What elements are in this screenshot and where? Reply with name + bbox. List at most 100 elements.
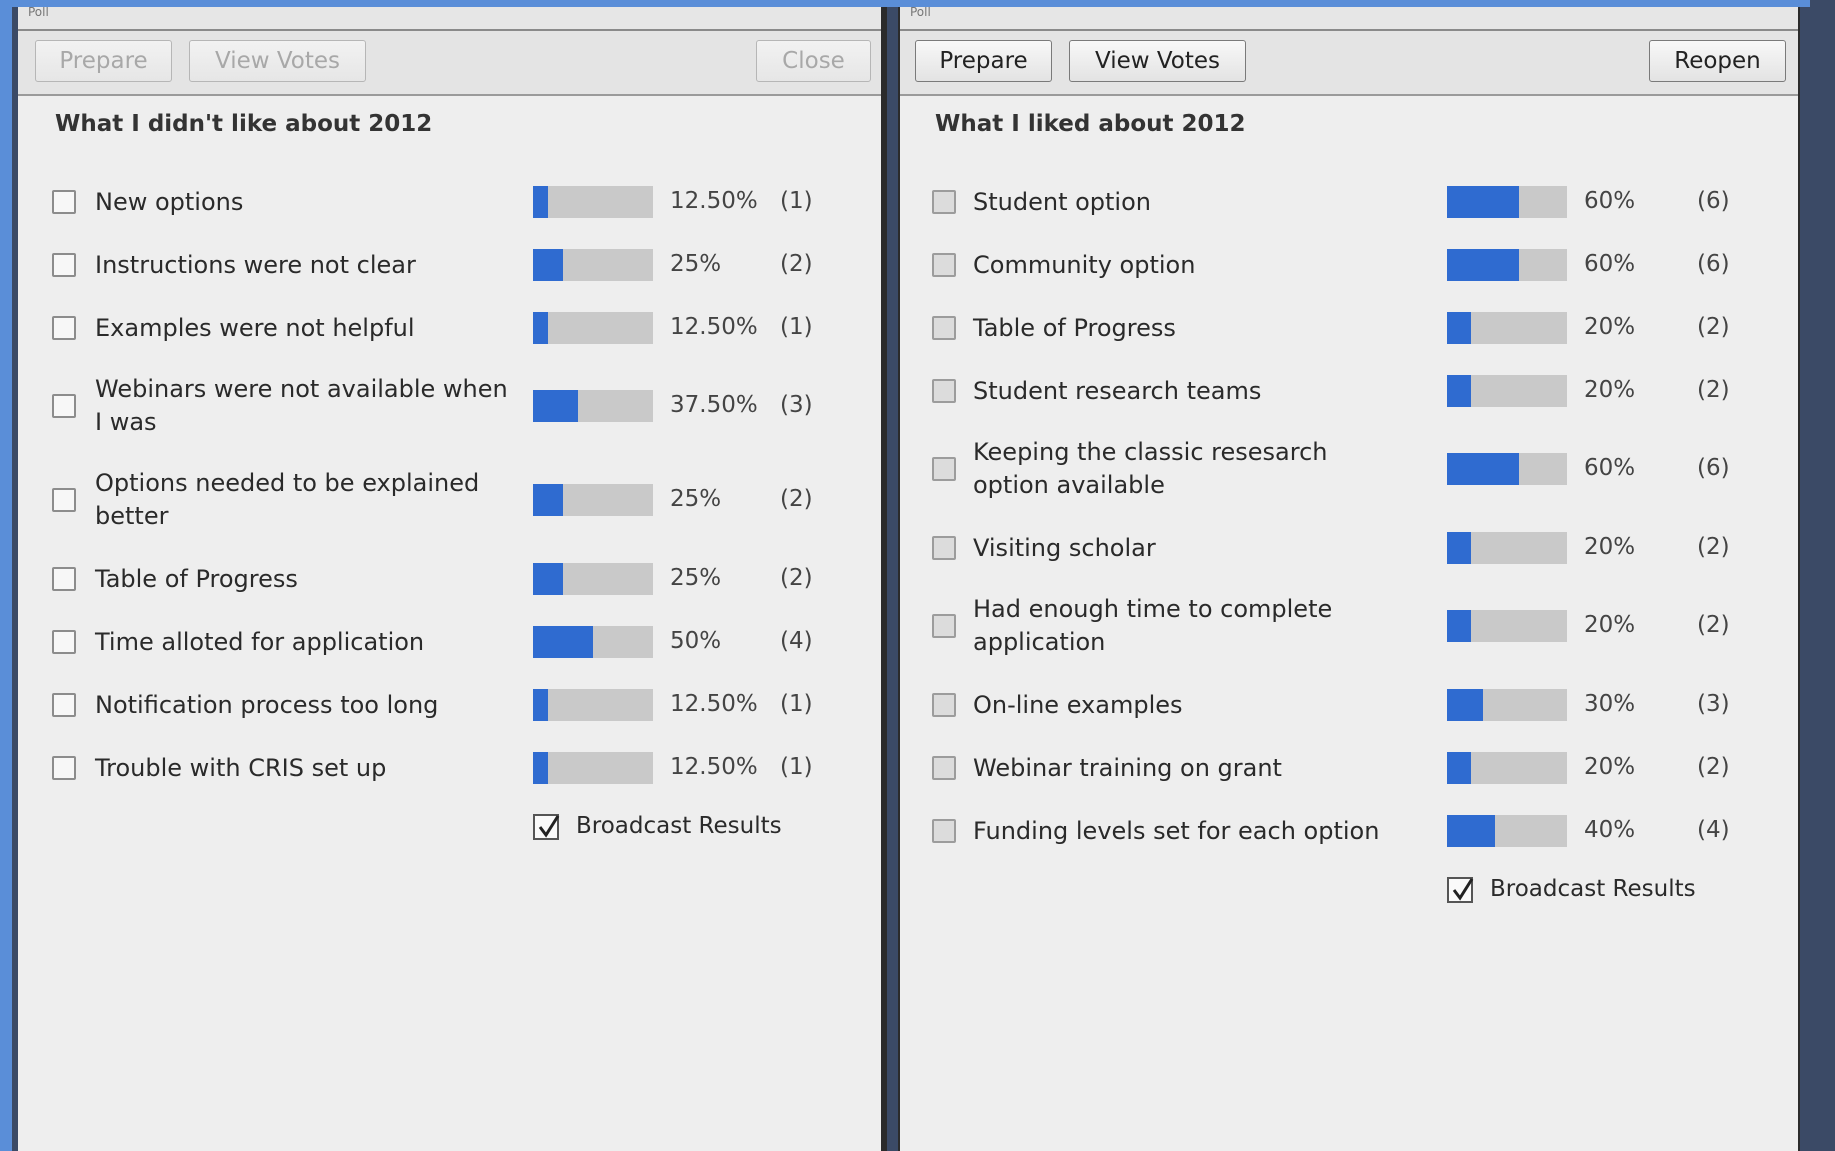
result-bar: [1447, 689, 1567, 721]
answer-label: Student option: [973, 187, 1151, 216]
result-percent: 40%: [1584, 817, 1636, 843]
answer-checkbox[interactable]: [932, 693, 956, 717]
result-bar-fill: [533, 484, 563, 516]
poll-pod-liked: Poll Prepare View Votes Reopen What I li…: [898, 7, 1800, 1151]
answer-checkbox[interactable]: [52, 630, 76, 654]
result-bar-fill: [533, 312, 548, 344]
answer-checkbox[interactable]: [932, 379, 956, 403]
result-count: (2): [780, 565, 813, 591]
answer-checkbox[interactable]: [52, 253, 76, 277]
result-bar-fill: [533, 689, 548, 721]
result-bar-fill: [1447, 453, 1519, 485]
result-bar: [533, 484, 653, 516]
result-bar-fill: [1447, 312, 1471, 344]
result-bar-fill: [1447, 752, 1471, 784]
result-bar: [533, 249, 653, 281]
result-bar: [533, 689, 653, 721]
answer-checkbox[interactable]: [52, 316, 76, 340]
result-count: (2): [1697, 377, 1730, 403]
result-bar-fill: [1447, 689, 1483, 721]
answer-checkbox[interactable]: [932, 614, 956, 638]
answer-checkbox[interactable]: [52, 394, 76, 418]
result-percent: 12.50%: [670, 188, 758, 214]
result-bar: [1447, 815, 1567, 847]
result-bar: [1447, 752, 1567, 784]
checkmark-icon: [538, 815, 560, 838]
result-count: (2): [1697, 754, 1730, 780]
result-bar: [1447, 375, 1567, 407]
broadcast-checkbox[interactable]: [533, 814, 560, 840]
answer-checkbox[interactable]: [52, 756, 76, 780]
answer-checkbox[interactable]: [52, 488, 76, 512]
result-count: (3): [1697, 691, 1730, 717]
answer-label: Options needed to be explained better: [95, 469, 480, 530]
result-percent: 30%: [1584, 691, 1636, 717]
answer-checkbox[interactable]: [52, 693, 76, 717]
result-bar: [1447, 532, 1567, 564]
answer-label: Funding levels set for each option: [973, 816, 1380, 845]
result-bar: [1447, 312, 1567, 344]
answer-checkbox[interactable]: [932, 190, 956, 214]
answer-label: Student research teams: [973, 376, 1262, 405]
answer-checkbox[interactable]: [932, 756, 956, 780]
result-percent: 20%: [1584, 377, 1636, 403]
answer-checkbox[interactable]: [52, 190, 76, 214]
result-percent: 12.50%: [670, 314, 758, 340]
result-bar-fill: [1447, 532, 1471, 564]
answer-label: Had enough time to complete application: [973, 595, 1333, 656]
broadcast-results-label: Broadcast Results: [576, 813, 782, 839]
result-percent: 12.50%: [670, 691, 758, 717]
answer-label: Instructions were not clear: [95, 250, 416, 279]
result-count: (2): [1697, 612, 1730, 638]
answer-label: Webinar training on grant: [973, 753, 1282, 782]
poll-question: What I didn't like about 2012: [55, 111, 433, 137]
result-bar-fill: [1447, 375, 1471, 407]
result-bar-fill: [533, 626, 593, 658]
result-count: (1): [780, 188, 813, 214]
answer-label: On-line examples: [973, 690, 1183, 719]
result-bar-fill: [1447, 610, 1471, 642]
answer-checkbox[interactable]: [932, 819, 956, 843]
result-percent: 60%: [1584, 251, 1636, 277]
result-bar-fill: [533, 752, 548, 784]
poll-answer-row: Trouble with CRIS set up 12.50% (1): [18, 7, 881, 784]
result-count: (2): [1697, 534, 1730, 560]
result-percent: 25%: [670, 565, 722, 591]
result-bar-fill: [533, 390, 578, 422]
result-percent: 60%: [1584, 455, 1636, 481]
result-count: (6): [1697, 188, 1730, 214]
result-count: (4): [1697, 817, 1730, 843]
answer-label: Trouble with CRIS set up: [95, 753, 387, 782]
result-count: (1): [780, 314, 813, 340]
result-percent: 60%: [1584, 188, 1636, 214]
result-percent: 20%: [1584, 754, 1636, 780]
answer-checkbox[interactable]: [932, 457, 956, 481]
result-count: (4): [780, 628, 813, 654]
answer-label: New options: [95, 187, 244, 216]
result-count: (2): [780, 251, 813, 277]
answer-label: Examples were not helpful: [95, 313, 415, 342]
broadcast-checkbox[interactable]: [1447, 877, 1474, 903]
result-percent: 37.50%: [670, 392, 758, 418]
answer-label: Notification process too long: [95, 690, 439, 719]
poll-question: What I liked about 2012: [935, 111, 1246, 137]
broadcast-results-label: Broadcast Results: [1490, 876, 1696, 902]
result-bar-fill: [1447, 815, 1495, 847]
result-bar-fill: [1447, 186, 1519, 218]
poll-answer-row: Funding levels set for each option 40% (4): [900, 7, 1798, 847]
result-percent: 25%: [670, 251, 722, 277]
answer-checkbox[interactable]: [52, 567, 76, 591]
result-bar: [1447, 453, 1567, 485]
result-bar: [533, 186, 653, 218]
poll-pod-didnt-like: Poll Prepare View Votes Close What I did…: [18, 7, 887, 1151]
desktop-background: [1810, 0, 1835, 1151]
answer-label: Visiting scholar: [973, 533, 1156, 562]
result-count: (1): [780, 754, 813, 780]
result-bar-fill: [1447, 249, 1519, 281]
result-bar: [533, 752, 653, 784]
answer-checkbox[interactable]: [932, 253, 956, 277]
answer-label: Webinars were not available when I was: [95, 375, 508, 436]
answer-checkbox[interactable]: [932, 316, 956, 340]
answer-checkbox[interactable]: [932, 536, 956, 560]
result-percent: 20%: [1584, 612, 1636, 638]
